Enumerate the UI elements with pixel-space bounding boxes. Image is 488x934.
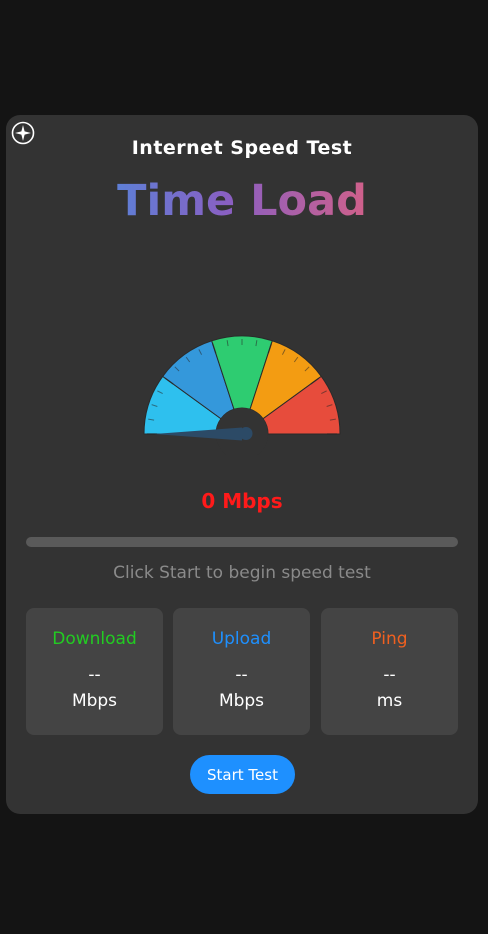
ping-stat-card: Ping -- ms bbox=[321, 608, 458, 735]
download-unit: Mbps bbox=[71, 691, 118, 711]
ping-label: Ping bbox=[371, 629, 408, 649]
download-stat-card: Download -- Mbps bbox=[26, 608, 163, 735]
upload-label: Upload bbox=[211, 629, 272, 649]
ping-unit: ms bbox=[376, 691, 403, 711]
download-label: Download bbox=[52, 629, 137, 649]
upload-stat-card: Upload -- Mbps bbox=[173, 608, 310, 735]
ping-value: -- bbox=[383, 665, 396, 685]
brand-title: Time Load bbox=[6, 173, 478, 229]
brand-title-text: Time Load bbox=[117, 176, 367, 226]
speed-gauge bbox=[143, 335, 341, 455]
gauge-needle-cap bbox=[239, 427, 253, 440]
start-test-button[interactable]: Start Test bbox=[190, 755, 295, 794]
upload-value: -- bbox=[235, 665, 248, 685]
app-subtitle: Internet Speed Test bbox=[131, 137, 353, 159]
progress-bar bbox=[26, 537, 458, 547]
upload-unit: Mbps bbox=[218, 691, 265, 711]
speed-test-card: Internet Speed Test Time Load 0 Mbps Cli… bbox=[6, 115, 478, 814]
download-value: -- bbox=[88, 665, 101, 685]
speed-readout: 0 Mbps bbox=[201, 489, 283, 513]
status-message: Click Start to begin speed test bbox=[113, 563, 371, 583]
